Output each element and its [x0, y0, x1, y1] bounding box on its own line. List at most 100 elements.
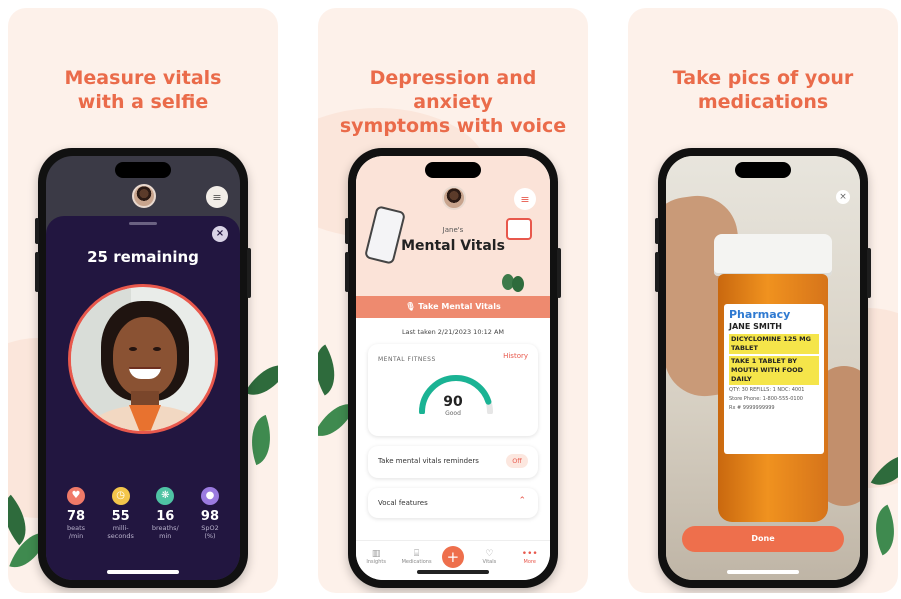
label-rx: Rx # 9999999999: [729, 405, 775, 411]
vital-value: 16: [156, 509, 175, 524]
vital-spo2: ● 98 SpO2 (%): [188, 487, 232, 540]
last-taken: Last taken 2/21/2023 10:12 AM: [401, 328, 505, 336]
vocal-features-card[interactable]: Vocal features ⌃: [368, 488, 538, 518]
vital-value: 98: [200, 509, 220, 524]
phone-frame: × Pharmacy JANE SMITH DICYCLOMINE 125 MG…: [655, 148, 871, 588]
add-button[interactable]: +: [441, 545, 464, 568]
pill-icon: ⌸: [413, 548, 420, 559]
droplet-icon: ●: [200, 487, 219, 505]
more-icon: •••: [521, 548, 538, 559]
lungs-icon: ❋: [156, 487, 175, 505]
phone-screen: ≡ Jane's Mental Vitals 🎙︎ Take Mental Vi…: [356, 156, 550, 580]
reminders-toggle[interactable]: Off: [506, 454, 528, 468]
take-mental-vitals-button[interactable]: 🎙︎ Take Mental Vitals: [356, 296, 550, 318]
phone-screen: ≡ × 25 remaining ♥ 78 beats /min ◷ 55 mi…: [46, 156, 240, 580]
microphone-icon: 🎙︎: [405, 302, 419, 311]
vitals-row: ♥ 78 beats /min ◷ 55 milli- seconds ❋ 16…: [54, 487, 232, 540]
tab-insights[interactable]: ▥ Insights: [361, 549, 391, 565]
page-title: Mental Vitals: [401, 238, 505, 254]
vital-unit: min: [159, 532, 172, 540]
top-bar: ≡: [46, 182, 240, 212]
menu-icon[interactable]: ≡: [514, 188, 536, 210]
dynamic-island: [425, 162, 481, 178]
dynamic-island: [735, 162, 791, 178]
scan-sheet: × 25 remaining ♥ 78 beats /min ◷ 55 mill…: [46, 216, 240, 580]
camera-screen: × Pharmacy JANE SMITH DICYCLOMINE 125 MG…: [666, 156, 860, 580]
vital-value: 55: [111, 509, 130, 524]
history-link[interactable]: History: [503, 352, 528, 360]
label-direction: TAKE 1 TABLET BY MOUTH WITH FOOD DAILY: [729, 356, 819, 385]
heart-icon: ♥: [67, 487, 85, 505]
hero-header: ≡ Jane's Mental Vitals: [356, 156, 550, 306]
headline-line: medications: [697, 91, 829, 113]
panel-mental-vitals: Depression and anxiety symptoms with voi…: [318, 8, 588, 593]
close-icon[interactable]: ×: [212, 226, 228, 242]
tab-medications[interactable]: ⌸ Medications: [402, 549, 432, 565]
cta-label: Take Mental Vitals: [418, 302, 501, 311]
close-icon[interactable]: ×: [836, 190, 850, 204]
app-store-screenshots: Measure vitals with a selfie ≡ × 25 rema…: [0, 0, 901, 599]
home-indicator[interactable]: [417, 570, 489, 574]
prescription-label: Pharmacy JANE SMITH DICYCLOMINE 125 MG T…: [724, 304, 824, 454]
plant-illustration: [502, 274, 524, 292]
remaining-counter: 25 remaining: [87, 248, 199, 266]
tab-more[interactable]: ••• More: [515, 549, 545, 565]
vital-unit: beats: [66, 524, 86, 532]
tab-label: Medications: [401, 558, 432, 565]
tab-vitals[interactable]: ♡ Vitals: [474, 549, 504, 565]
sheet-handle[interactable]: [129, 222, 157, 225]
headline-line: with a selfie: [77, 91, 209, 113]
label-patient: JANE SMITH: [729, 322, 782, 331]
leaf-decoration: [244, 354, 278, 406]
panel-medication-pics: Take pics of your medications × Pharmacy…: [628, 8, 898, 593]
reminders-label: Take mental vitals reminders: [378, 457, 479, 465]
label-pharmacy: Pharmacy: [729, 308, 791, 321]
pill-bottle: Pharmacy JANE SMITH DICYCLOMINE 125 MG T…: [714, 234, 832, 524]
card-label: MENTAL FITNESS: [378, 356, 436, 363]
done-button[interactable]: Done: [682, 526, 844, 552]
phone-illustration: [363, 205, 407, 265]
chevron-up-icon[interactable]: ⌃: [518, 496, 526, 506]
chart-icon: ▥: [371, 548, 381, 559]
panel-headline: Measure vitals with a selfie: [8, 66, 278, 114]
avatar[interactable]: [442, 186, 466, 210]
reminders-card[interactable]: Take mental vitals reminders Off: [368, 446, 538, 478]
bottle-cap: [714, 234, 832, 276]
vital-heart-rate: ♥ 78 beats /min: [54, 487, 98, 540]
home-indicator[interactable]: [727, 570, 799, 574]
dynamic-island: [115, 162, 171, 178]
vital-unit: /min: [68, 532, 84, 540]
home-indicator[interactable]: [107, 570, 179, 574]
vocal-features-label: Vocal features: [378, 499, 428, 507]
headline-line: Take pics of your: [672, 67, 854, 89]
selfie-camera-view: [68, 284, 218, 434]
tab-label: More: [523, 558, 536, 565]
headline-line: Measure vitals: [64, 67, 222, 89]
score-label: Good: [445, 410, 461, 417]
label-refills: QTY: 30 REFILLS: 1 NDC: 4001: [729, 387, 805, 393]
vital-unit: SpO2: [201, 524, 219, 532]
mental-fitness-card: MENTAL FITNESS History 90 Good: [368, 344, 538, 436]
leaf-decoration: [863, 504, 898, 556]
vital-breathing: ❋ 16 breaths/ min: [143, 487, 187, 540]
avatar[interactable]: [132, 184, 156, 208]
menu-icon[interactable]: ≡: [206, 186, 228, 208]
panel-headline: Take pics of your medications: [628, 66, 898, 114]
heart-icon: ♡: [485, 548, 494, 559]
score-value: 90: [443, 394, 463, 410]
vital-unit: milli-: [112, 524, 129, 532]
tab-label: Vitals: [482, 558, 497, 565]
leaf-decoration: [318, 344, 348, 396]
vital-hrv: ◷ 55 milli- seconds: [99, 487, 143, 540]
headline-line: symptoms with voice: [339, 115, 567, 137]
stopwatch-icon: ◷: [111, 487, 130, 505]
vital-unit: breaths/: [151, 524, 179, 532]
panel-measure-vitals: Measure vitals with a selfie ≡ × 25 rema…: [8, 8, 278, 593]
vital-value: 78: [66, 509, 86, 524]
phone-frame: ≡ Jane's Mental Vitals 🎙︎ Take Mental Vi…: [345, 148, 561, 588]
phone-frame: ≡ × 25 remaining ♥ 78 beats /min ◷ 55 mi…: [35, 148, 251, 588]
vital-unit: seconds: [107, 532, 134, 540]
tab-label: Insights: [366, 558, 386, 565]
panel-headline: Depression and anxiety symptoms with voi…: [318, 66, 588, 138]
label-drug: DICYCLOMINE 125 MG TABLET: [729, 334, 819, 354]
